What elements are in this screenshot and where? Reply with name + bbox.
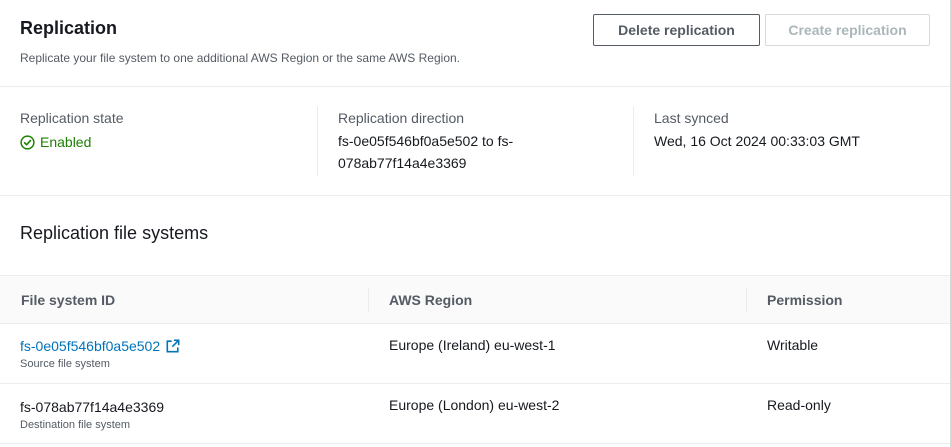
- column-header-aws-region[interactable]: AWS Region: [389, 276, 472, 324]
- last-synced-label: Last synced: [654, 110, 729, 126]
- table-row: fs-0e05f546bf0a5e502 Source file system …: [0, 324, 950, 384]
- permission-cell: Writable: [767, 337, 819, 353]
- replication-state-status: Enabled: [20, 134, 300, 150]
- section-description: Replicate your file system to one additi…: [20, 51, 460, 65]
- column-header-permission[interactable]: Permission: [767, 276, 842, 324]
- aws-region-cell: Europe (Ireland) eu-west-1: [389, 337, 556, 353]
- column-divider[interactable]: [368, 288, 369, 312]
- column-header-file-system-id[interactable]: File system ID: [21, 276, 115, 324]
- replication-summary: Replication state Enabled Replication di…: [0, 87, 950, 196]
- replication-state-column: Replication state Enabled: [20, 87, 300, 196]
- replication-direction-column: Replication direction fs-0e05f546bf0a5e5…: [317, 106, 617, 176]
- last-synced-column: Last synced Wed, 16 Oct 2024 00:33:03 GM…: [633, 106, 933, 176]
- replication-panel: Replication Replicate your file system t…: [0, 0, 951, 447]
- replication-header: Replication Replicate your file system t…: [0, 0, 950, 87]
- delete-replication-button[interactable]: Delete replication: [593, 14, 760, 46]
- section-title: Replication: [20, 18, 118, 38]
- external-link-icon[interactable]: [166, 339, 180, 353]
- replication-direction-line-2: 078ab77f14a4e3369: [338, 155, 467, 171]
- replication-direction-label: Replication direction: [338, 110, 465, 126]
- source-file-system-link[interactable]: fs-0e05f546bf0a5e502: [20, 338, 180, 354]
- replication-file-systems-section: Replication file systems File system ID …: [0, 196, 950, 447]
- last-synced-value: Wed, 16 Oct 2024 00:33:03 GMT: [654, 133, 860, 149]
- aws-region-cell: Europe (London) eu-west-2: [389, 397, 560, 413]
- file-system-id-cell: fs-0e05f546bf0a5e502 Source file system: [20, 338, 180, 370]
- table-header: File system ID AWS Region Permission: [0, 275, 950, 324]
- destination-file-system-id: fs-078ab77f14a4e3369: [20, 399, 165, 415]
- source-file-system-id[interactable]: fs-0e05f546bf0a5e502: [20, 338, 160, 354]
- replication-state-label: Replication state: [20, 110, 124, 126]
- file-system-id-cell: fs-078ab77f14a4e3369 Destination file sy…: [20, 399, 164, 431]
- check-circle-icon: [20, 134, 35, 150]
- file-systems-title: Replication file systems: [20, 223, 209, 243]
- table-row: fs-078ab77f14a4e3369 Destination file sy…: [0, 384, 950, 444]
- permission-cell: Read-only: [767, 397, 831, 413]
- file-system-role: Source file system: [20, 358, 110, 370]
- column-divider[interactable]: [746, 288, 747, 312]
- replication-direction-line-1: fs-0e05f546bf0a5e502 to fs-: [338, 133, 514, 149]
- file-system-role: Destination file system: [20, 419, 131, 431]
- replication-direction-value: fs-0e05f546bf0a5e502 to fs- 078ab77f14a4…: [338, 130, 617, 174]
- replication-state-value: Enabled: [40, 134, 92, 150]
- create-replication-button[interactable]: Create replication: [765, 14, 930, 46]
